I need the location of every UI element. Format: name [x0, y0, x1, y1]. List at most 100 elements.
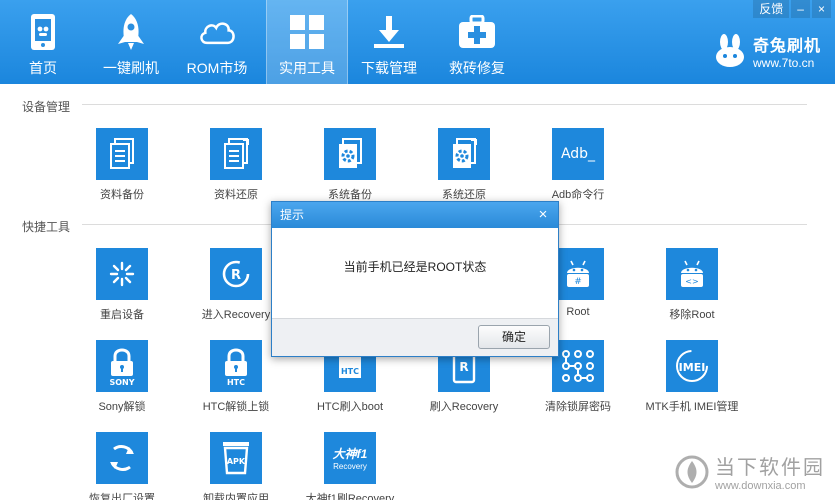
brand-name: 奇兔刷机	[752, 38, 821, 55]
dialog-message: 当前手机已经是ROOT状态	[343, 260, 487, 274]
doc-restore-icon	[210, 128, 262, 180]
pattern-lock-icon	[552, 340, 604, 392]
cloud-icon	[197, 12, 237, 52]
flash-recovery-glyph: R	[459, 360, 468, 374]
tool-label: 刷入Recovery	[429, 401, 499, 413]
minimize-icon: –	[797, 2, 804, 16]
nav-utilities[interactable]: 实用工具	[266, 0, 348, 84]
recovery-icon: R	[210, 248, 262, 300]
lock-htc-icon: HTC	[210, 340, 262, 392]
tool-label: HTC刷入boot	[316, 401, 384, 413]
android-unroot-icon: <>	[666, 248, 718, 300]
tool-adb-console[interactable]: Adb_ Adb命令行	[528, 128, 628, 202]
nav-home[interactable]: 首页	[2, 0, 84, 84]
tool-data-backup[interactable]: 资料备份	[72, 128, 172, 202]
tool-label: 资料备份	[100, 189, 144, 201]
dialog-title: 提示	[280, 208, 305, 222]
close-window-button[interactable]: ×	[811, 0, 831, 18]
tool-label: 清除锁屏密码	[545, 401, 611, 413]
svg-text:<>: <>	[685, 277, 698, 286]
tool-label: 进入Recovery	[201, 309, 271, 321]
svg-text:#: #	[574, 277, 582, 287]
tool-system-restore[interactable]: 系统还原	[414, 128, 514, 202]
feedback-label: 反馈	[759, 2, 784, 16]
rabbit-logo-icon	[715, 34, 744, 67]
tool-label: 资料还原	[214, 189, 258, 201]
tool-label: Adb命令行	[551, 189, 605, 201]
grid-icon	[287, 12, 327, 52]
nav-download-manager[interactable]: 下载管理	[348, 0, 430, 84]
tool-factory-reset[interactable]: 恢复出厂设置	[72, 432, 172, 500]
tool-label: 移除Root	[669, 309, 715, 321]
lock-sony-icon: SONY	[96, 340, 148, 392]
tool-system-backup[interactable]: 系统备份	[300, 128, 400, 202]
tool-dashen-f1-flash-recovery[interactable]: 大神f1 Recovery 大神f1刷Recovery	[300, 432, 400, 500]
nav-rom-market-label: ROM市场	[186, 60, 248, 76]
tool-remove-root[interactable]: <> 移除Root	[642, 248, 742, 322]
root-status-dialog: 提示 × 当前手机已经是ROOT状态 确定	[271, 201, 559, 357]
nav-utilities-label: 实用工具	[279, 60, 335, 76]
nav-download-manager-label: 下载管理	[361, 60, 417, 76]
tool-label: 重启设备	[100, 309, 144, 321]
watermark: 当下软件园 www.downxia.com	[675, 451, 825, 492]
phone-icon	[23, 12, 63, 52]
imei-icon: IMEI	[666, 340, 718, 392]
brand-url: www.7to.cn	[752, 56, 815, 70]
tool-label: 大神f1刷Recovery	[305, 493, 395, 500]
top-toolbar: 首页 一键刷机 ROM市场 实用工具 下载管理 救砖修复 反馈 – × 奇兔刷机…	[0, 0, 835, 84]
imei-glyph: IMEI	[679, 361, 706, 374]
tool-label: 卸载内置应用	[203, 493, 269, 500]
window-controls: 反馈 – ×	[753, 0, 831, 18]
watermark-name: 当下软件园	[715, 457, 825, 479]
nav-unbrick-repair[interactable]: 救砖修复	[436, 0, 518, 84]
section-divider	[82, 104, 807, 105]
apk-glyph: APK	[227, 457, 246, 466]
feedback-button[interactable]: 反馈	[753, 0, 790, 18]
reboot-icon	[96, 248, 148, 300]
dialog-footer: 确定	[272, 318, 558, 356]
section-title-quick: 快捷工具	[22, 220, 71, 234]
minimize-button[interactable]: –	[791, 0, 810, 18]
adb-icon: Adb_	[552, 128, 604, 180]
tool-label: 恢复出厂设置	[89, 493, 155, 500]
adb-glyph: Adb_	[560, 146, 596, 162]
system-backup-icon	[324, 128, 376, 180]
tool-label: Sony解锁	[98, 401, 146, 413]
close-icon: ×	[817, 2, 825, 16]
dashen-sub-glyph: Recovery	[333, 462, 367, 471]
doc-backup-icon	[96, 128, 148, 180]
tool-label: 系统备份	[328, 189, 372, 201]
tool-uninstall-system-apps[interactable]: APK 卸载内置应用	[186, 432, 286, 500]
nav-one-click-flash[interactable]: 一键刷机	[90, 0, 172, 84]
watermark-url: www.downxia.com	[715, 480, 806, 492]
dialog-titlebar: 提示 ×	[272, 202, 558, 228]
dashen-f1-icon: 大神f1 Recovery	[324, 432, 376, 484]
tool-data-restore[interactable]: 资料还原	[186, 128, 286, 202]
factory-reset-icon	[96, 432, 148, 484]
tool-mtk-imei-manager[interactable]: IMEI MTK手机 IMEI管理	[642, 340, 742, 414]
tool-sony-unlock[interactable]: SONY Sony解锁	[72, 340, 172, 414]
tool-label: MTK手机 IMEI管理	[645, 401, 739, 413]
ok-button[interactable]: 确定	[478, 325, 550, 349]
rocket-icon	[111, 12, 151, 52]
tool-label: Root	[566, 306, 590, 318]
section-title-device: 设备管理	[22, 100, 71, 114]
nav-home-label: 首页	[29, 60, 57, 76]
system-restore-icon	[438, 128, 490, 180]
nav-one-click-flash-label: 一键刷机	[103, 60, 159, 76]
watermark-logo-icon	[675, 455, 709, 488]
sony-glyph: SONY	[109, 378, 134, 386]
brand-logo: 奇兔刷机 www.7to.cn	[713, 32, 821, 70]
tool-reboot-device[interactable]: 重启设备	[72, 248, 172, 322]
recovery-glyph: R	[231, 268, 241, 283]
nav-rom-market[interactable]: ROM市场	[176, 0, 258, 84]
apk-uninstall-icon: APK	[210, 432, 262, 484]
nav-unbrick-repair-label: 救砖修复	[449, 60, 505, 76]
android-root-icon: #	[552, 248, 604, 300]
first-aid-icon	[457, 12, 497, 52]
tool-label: HTC解锁上锁	[202, 401, 270, 413]
dashen-glyph: 大神f1	[332, 447, 368, 461]
htc-boot-glyph: HTC	[341, 367, 359, 376]
dialog-close-button[interactable]: ×	[534, 202, 552, 228]
tool-label: 系统还原	[442, 189, 486, 201]
